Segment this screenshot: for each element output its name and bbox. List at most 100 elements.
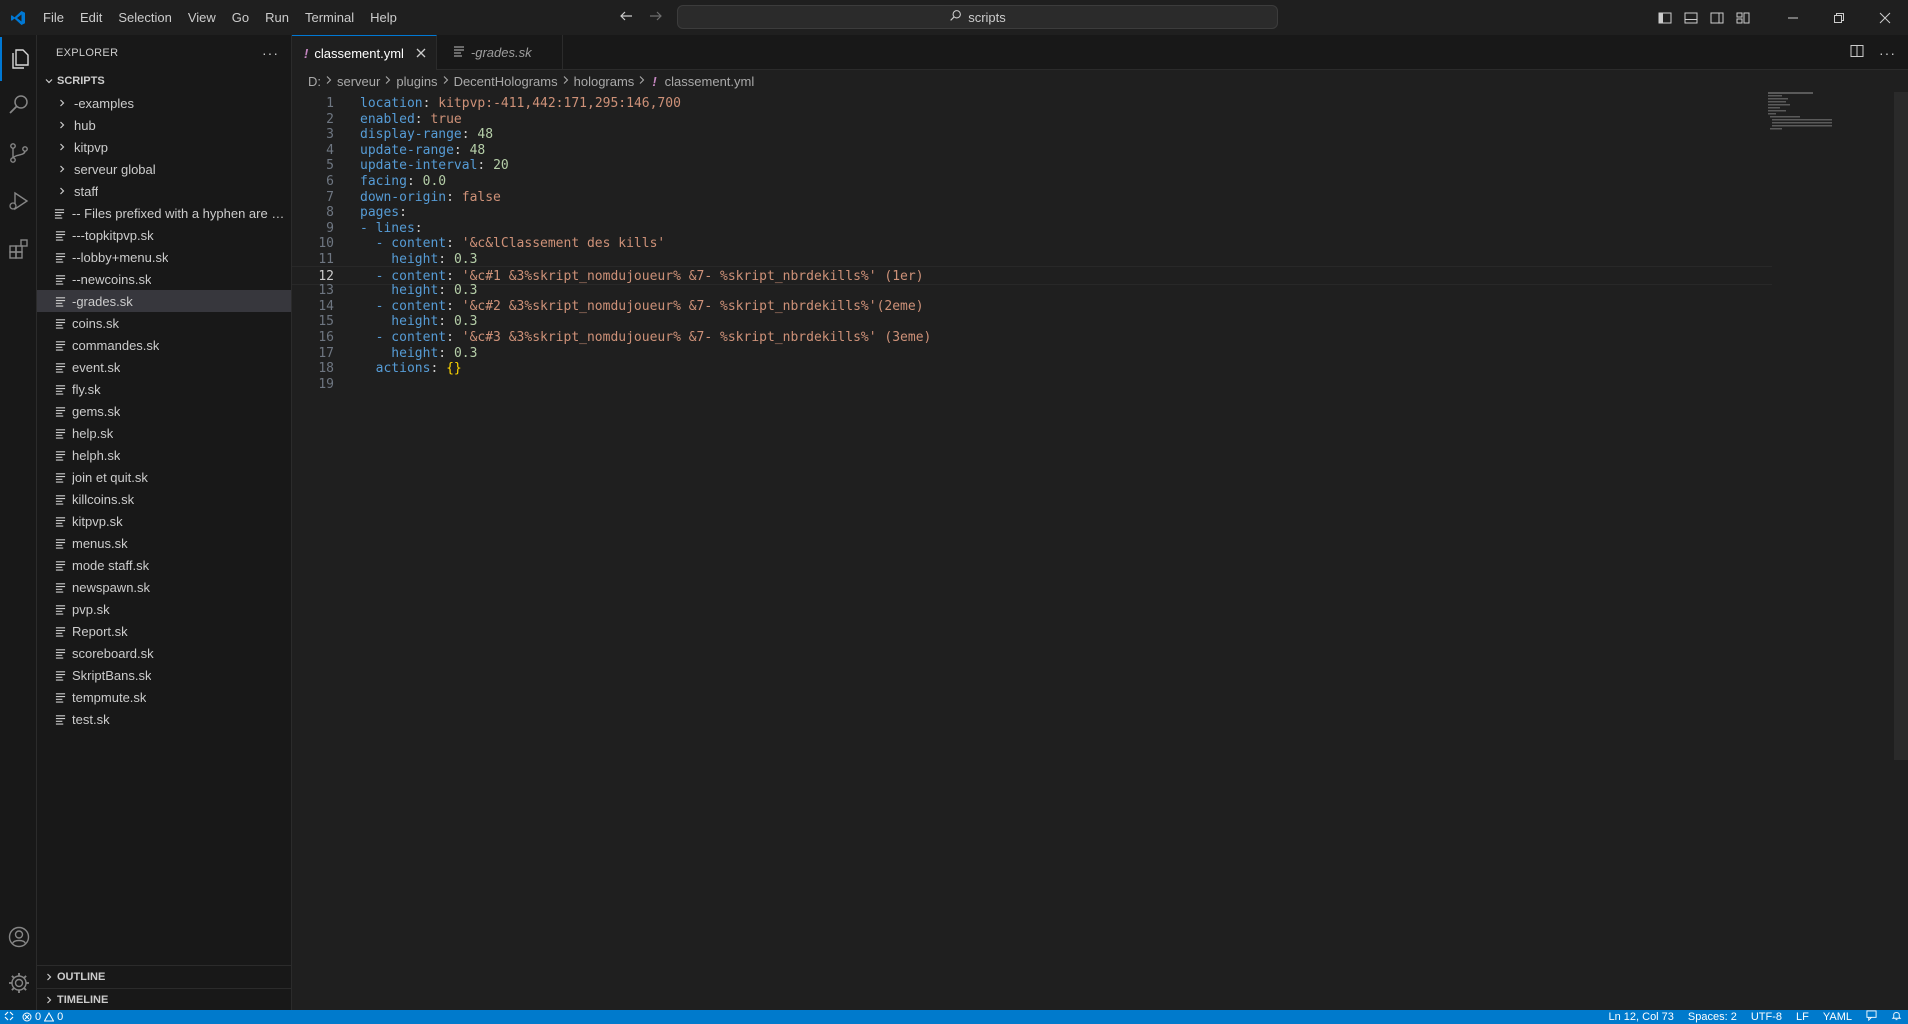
folder-item[interactable]: serveur global (37, 158, 291, 180)
file-item[interactable]: -- Files prefixed with a hyphen are di..… (37, 202, 291, 224)
file-item[interactable]: join et quit.sk (37, 466, 291, 488)
folder-item[interactable]: hub (37, 114, 291, 136)
file-label: -- Files prefixed with a hyphen are di..… (71, 205, 291, 221)
scroll-thumb[interactable] (1894, 92, 1908, 760)
file-label: ---topkitpvp.sk (72, 227, 154, 243)
search-view-icon[interactable] (0, 83, 37, 127)
breadcrumb-item[interactable]: serveur (337, 74, 380, 89)
tab-grades-sk[interactable]: -grades.sk (437, 35, 563, 70)
breadcrumb-item[interactable]: classement.yml (665, 74, 755, 89)
more-actions-icon[interactable]: ··· (262, 45, 279, 61)
indentation[interactable]: Spaces: 2 (1688, 1011, 1737, 1023)
accounts-icon[interactable] (0, 915, 37, 959)
breadcrumb-item[interactable]: holograms (574, 74, 635, 89)
end-of-line[interactable]: LF (1796, 1011, 1809, 1023)
breadcrumb-item[interactable]: DecentHolograms (454, 74, 558, 89)
tab-label: -grades.sk (470, 45, 532, 60)
file-item[interactable]: pvp.sk (37, 598, 291, 620)
file-item[interactable]: mode staff.sk (37, 554, 291, 576)
file-lines-icon (52, 450, 68, 461)
file-item[interactable]: test.sk (37, 708, 291, 730)
menu-edit[interactable]: Edit (72, 0, 110, 35)
forward-arrow-icon[interactable] (648, 8, 664, 27)
file-item[interactable]: newspawn.sk (37, 576, 291, 598)
minimap[interactable] (1768, 92, 1858, 132)
file-label: tempmute.sk (72, 689, 147, 705)
file-item[interactable]: helph.sk (37, 444, 291, 466)
menu-file[interactable]: File (35, 0, 72, 35)
file-lines-icon (52, 296, 68, 307)
file-item[interactable]: commandes.sk (37, 334, 291, 356)
chevron-right-icon (54, 186, 70, 196)
file-item[interactable]: SkriptBans.sk (37, 664, 291, 686)
file-item[interactable]: Report.sk (37, 620, 291, 642)
file-item[interactable]: event.sk (37, 356, 291, 378)
file-item[interactable]: ---topkitpvp.sk (37, 224, 291, 246)
remote-icon[interactable] (4, 1011, 14, 1024)
file-lines-icon (52, 648, 68, 659)
file-item[interactable]: -grades.sk (37, 290, 291, 312)
chevron-right-icon (54, 120, 70, 130)
encoding[interactable]: UTF-8 (1751, 1011, 1782, 1023)
breadcrumb-item[interactable]: D: (308, 74, 321, 89)
timeline-section[interactable]: TIMELINE (37, 988, 292, 1010)
scripts-folder-label: SCRIPTS (57, 75, 105, 87)
problems-indicator[interactable]: 0 0 (22, 1011, 63, 1023)
explorer-icon[interactable] (0, 37, 37, 81)
menu-view[interactable]: View (180, 0, 224, 35)
minimize-icon[interactable] (1770, 0, 1816, 35)
folder-item[interactable]: staff (37, 180, 291, 202)
file-item[interactable]: fly.sk (37, 378, 291, 400)
settings-gear-icon[interactable] (0, 961, 37, 1005)
editor-scrollbar[interactable] (1894, 92, 1908, 1010)
code-editor[interactable]: 1 location: kitpvp:-411,442:171,295:146,7… (292, 92, 1908, 1010)
file-item[interactable]: menus.sk (37, 532, 291, 554)
file-item[interactable]: scoreboard.sk (37, 642, 291, 664)
file-item[interactable]: killcoins.sk (37, 488, 291, 510)
folder-item[interactable]: -examples (37, 92, 291, 114)
file-item[interactable]: coins.sk (37, 312, 291, 334)
menu-run[interactable]: Run (257, 0, 297, 35)
more-actions-icon[interactable]: ··· (1879, 45, 1896, 61)
toggle-panel-icon[interactable] (1678, 0, 1704, 35)
status-bar: 0 0 Ln 12, Col 73 Spaces: 2 UTF-8 LF YAM… (0, 1010, 1908, 1024)
feedback-icon[interactable] (1866, 1010, 1877, 1024)
close-window-icon[interactable] (1862, 0, 1908, 35)
breadcrumb-item[interactable]: plugins (396, 74, 437, 89)
outline-section[interactable]: OUTLINE (37, 966, 292, 988)
file-item[interactable]: gems.sk (37, 400, 291, 422)
extensions-icon[interactable] (0, 227, 37, 271)
file-item[interactable]: --lobby+menu.sk (37, 246, 291, 268)
folder-label: staff (74, 183, 99, 199)
menu-terminal[interactable]: Terminal (297, 0, 362, 35)
back-arrow-icon[interactable] (618, 8, 634, 27)
file-item[interactable]: kitpvp.sk (37, 510, 291, 532)
code-line[interactable]: 19 (292, 375, 1772, 394)
notifications-bell-icon[interactable] (1891, 1010, 1902, 1024)
customize-layout-icon[interactable] (1730, 0, 1756, 35)
run-debug-icon[interactable] (0, 179, 37, 223)
close-tab-icon[interactable] (416, 45, 426, 61)
language-mode[interactable]: YAML (1823, 1011, 1852, 1023)
cursor-position[interactable]: Ln 12, Col 73 (1608, 1011, 1673, 1023)
file-lines-icon (52, 626, 68, 637)
file-item[interactable]: help.sk (37, 422, 291, 444)
menu-selection[interactable]: Selection (110, 0, 179, 35)
toggle-secondary-sidebar-icon[interactable] (1704, 0, 1730, 35)
split-editor-icon[interactable] (1849, 43, 1865, 62)
source-control-icon[interactable] (0, 131, 37, 175)
folder-item[interactable]: kitpvp (37, 136, 291, 158)
line-number: 19 (318, 376, 334, 392)
file-label: kitpvp.sk (72, 513, 123, 529)
menu-go[interactable]: Go (224, 0, 257, 35)
command-center-search[interactable]: scripts (677, 5, 1278, 29)
file-lines-icon (52, 604, 68, 615)
file-lines-icon (52, 560, 68, 571)
scripts-folder-header[interactable]: SCRIPTS (37, 70, 291, 92)
restore-icon[interactable] (1816, 0, 1862, 35)
file-item[interactable]: tempmute.sk (37, 686, 291, 708)
file-item[interactable]: --newcoins.sk (37, 268, 291, 290)
menu-help[interactable]: Help (362, 0, 405, 35)
toggle-primary-sidebar-icon[interactable] (1652, 0, 1678, 35)
tab-classement-yml[interactable]: ! classement.yml (292, 35, 437, 70)
